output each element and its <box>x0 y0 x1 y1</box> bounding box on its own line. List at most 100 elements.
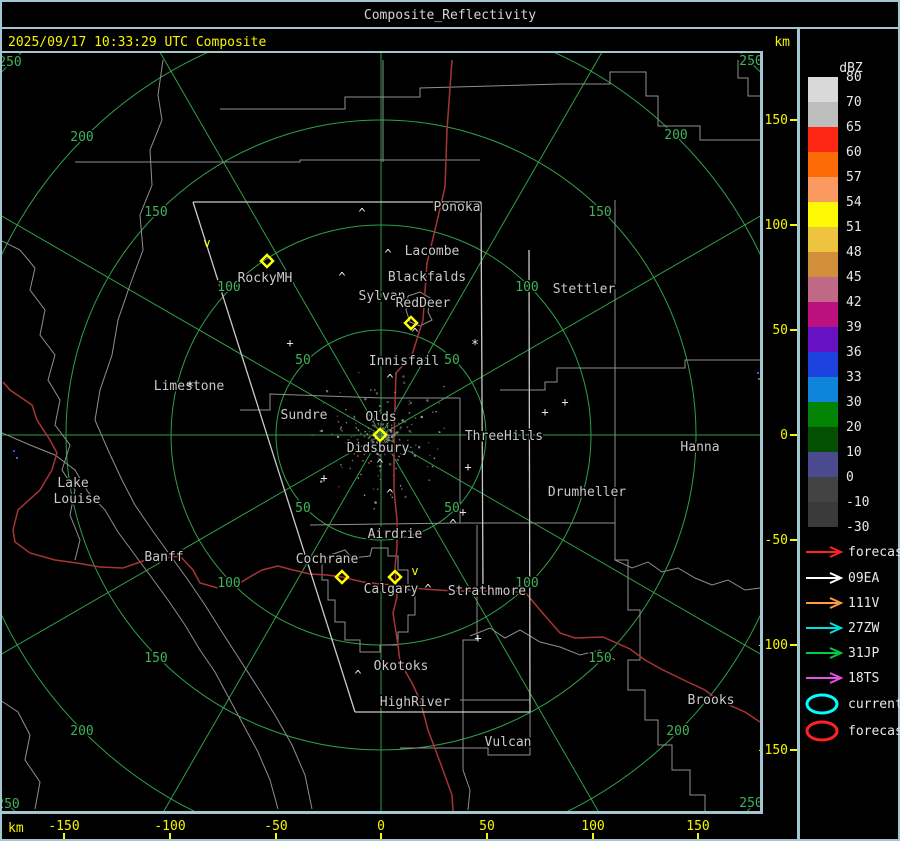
clutter-echo <box>393 436 396 438</box>
clutter-echo <box>402 375 405 378</box>
right-axis-tick <box>790 644 797 646</box>
dbz-scale-label: 30 <box>846 395 862 410</box>
clutter-echo <box>339 428 342 430</box>
plus-marker: + <box>286 336 293 350</box>
track-legend-label: 27ZW <box>848 621 879 636</box>
bottom-axis-unit-label: km <box>8 821 24 836</box>
bottom-axis-tick <box>380 833 382 839</box>
obstruction-caret-marker: ^ <box>354 668 361 682</box>
dbz-scale-box <box>808 327 838 352</box>
clutter-echo <box>404 421 406 423</box>
frame-border <box>0 27 900 29</box>
right-axis-unit-label: km <box>774 35 790 50</box>
city-label: Cochrane <box>296 552 359 567</box>
city-label: Okotoks <box>374 659 429 674</box>
clutter-echo <box>366 433 368 435</box>
clutter-echo <box>379 478 382 481</box>
clutter-echo <box>389 429 392 432</box>
clutter-echo <box>427 442 430 444</box>
clutter-echo <box>373 425 377 428</box>
dbz-scale-label: 45 <box>846 270 862 285</box>
clutter-echo <box>336 435 340 439</box>
range-ring-label: 200 <box>70 130 93 145</box>
dbz-scale-label: 33 <box>846 370 862 385</box>
city-label: Stettler <box>553 282 616 297</box>
clutter-echo <box>399 426 402 429</box>
dbz-scale-label: 20 <box>846 420 862 435</box>
clutter-echo <box>395 373 397 375</box>
clutter-echo <box>413 454 417 457</box>
clutter-echo <box>428 479 430 481</box>
clutter-echo <box>395 467 397 470</box>
city-label: Olds <box>365 410 396 425</box>
dbz-scale-box <box>808 402 838 427</box>
plus-marker: + <box>320 471 327 485</box>
clutter-echo <box>426 399 429 402</box>
city-label: Louise <box>54 492 101 507</box>
range-ring-label: 200 <box>70 724 93 739</box>
clutter-echo <box>399 485 402 487</box>
clutter-echo <box>435 410 437 413</box>
range-ring-label: 50 <box>295 501 311 516</box>
precip-echo <box>757 372 759 374</box>
frame-border <box>2 51 763 53</box>
range-ring-label: 150 <box>144 651 167 666</box>
dbz-scale-label: 54 <box>846 195 862 210</box>
clutter-echo <box>386 425 389 427</box>
clutter-echo <box>322 402 325 404</box>
clutter-echo <box>351 459 354 462</box>
dbz-scale-box <box>808 277 838 302</box>
city-label: RockyMH <box>238 271 293 286</box>
right-axis-tick-label: 0 <box>780 428 788 443</box>
clutter-echo <box>340 464 342 466</box>
storm-vector-marker: v <box>411 564 418 578</box>
city-label: Lacombe <box>405 244 460 259</box>
bottom-axis-tick-label: -150 <box>48 819 79 834</box>
clutter-echo <box>377 475 379 477</box>
city-label: Strathmore <box>448 584 526 599</box>
clutter-echo <box>320 429 323 433</box>
clutter-echo <box>331 433 333 435</box>
range-ring-label: 250 <box>0 797 20 812</box>
dbz-scale-box <box>808 377 838 402</box>
clutter-echo <box>391 426 393 429</box>
dbz-scale-box <box>808 77 838 102</box>
clutter-echo <box>408 412 411 414</box>
range-ring-label: 50 <box>444 353 460 368</box>
city-label: HighRiver <box>380 695 451 710</box>
track-legend-label: 111V <box>848 596 879 611</box>
city-label: Blackfalds <box>388 270 466 285</box>
clutter-echo <box>389 463 392 466</box>
range-ring-label: 150 <box>588 651 611 666</box>
clutter-echo <box>372 488 375 490</box>
clutter-echo <box>411 451 414 453</box>
clutter-echo <box>433 457 436 460</box>
clutter-echo <box>382 428 384 430</box>
plus-marker: + <box>459 505 466 519</box>
right-axis-tick-label: -50 <box>765 533 788 548</box>
right-axis-tick <box>790 329 797 331</box>
clutter-echo <box>443 385 445 388</box>
dbz-scale-label: 39 <box>846 320 862 335</box>
clutter-echo <box>403 381 406 384</box>
clutter-echo <box>435 433 437 436</box>
clutter-echo <box>355 427 357 429</box>
clutter-echo <box>360 473 362 476</box>
frame-border <box>0 0 2 841</box>
dbz-scale-box <box>808 252 838 277</box>
bottom-axis-tick <box>169 833 171 839</box>
dbz-scale-label: 48 <box>846 245 862 260</box>
right-axis-tick <box>790 224 797 226</box>
clutter-echo <box>325 390 329 393</box>
clutter-echo <box>353 415 355 418</box>
clutter-echo <box>387 429 390 432</box>
clutter-echo <box>378 433 381 436</box>
city-label: Didsbury <box>347 441 410 456</box>
range-ring-label: 150 <box>144 205 167 220</box>
radar-app-window: Composite_Reflectivity 2025/09/17 10:33:… <box>0 0 900 841</box>
plus-marker: + <box>474 631 481 645</box>
clutter-echo <box>319 430 322 432</box>
dbz-scale-label: 10 <box>846 445 862 460</box>
clutter-echo <box>341 430 343 432</box>
dbz-scale-box <box>808 427 838 452</box>
